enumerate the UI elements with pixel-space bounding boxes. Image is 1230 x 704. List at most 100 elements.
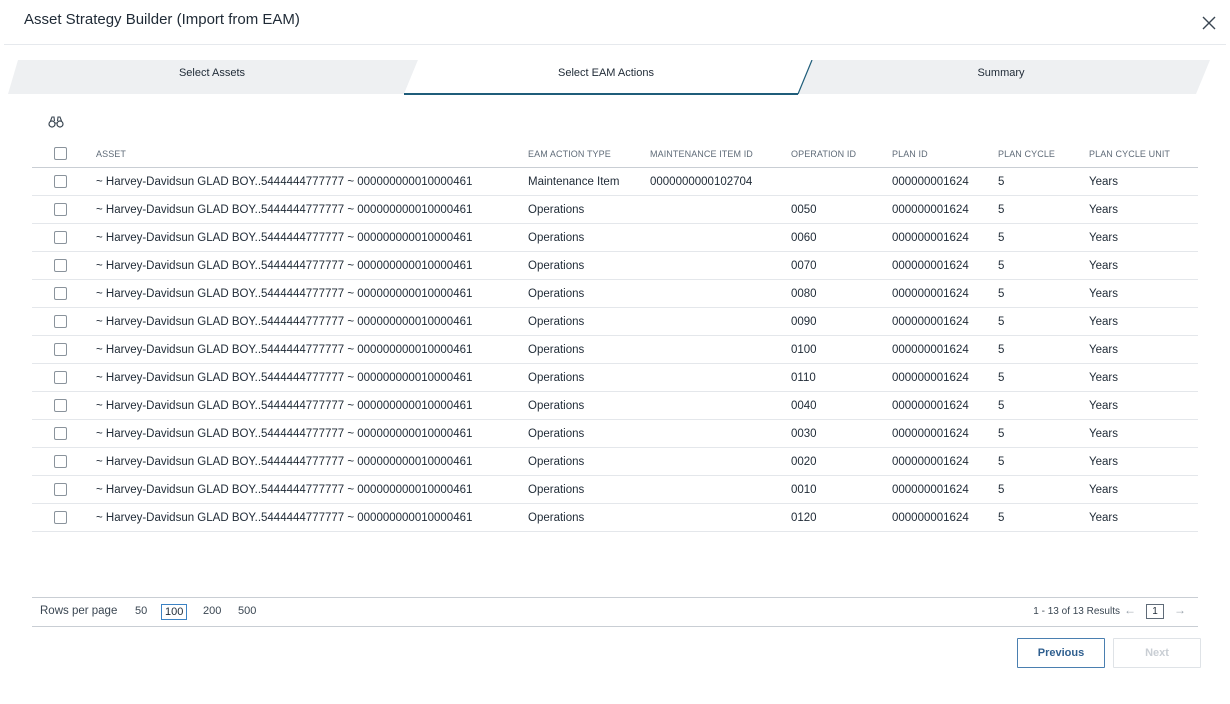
cell-plan-cycle: 5 (998, 288, 1005, 300)
cell-plan-cycle: 5 (998, 456, 1005, 468)
row-checkbox[interactable] (54, 315, 67, 328)
previous-button[interactable]: Previous (1017, 638, 1105, 668)
row-checkbox[interactable] (54, 399, 67, 412)
arrow-right-icon[interactable]: → (1174, 603, 1186, 617)
cell-plan-cycle-unit: Years (1089, 344, 1118, 356)
table-row[interactable]: ~ Harvey-Davidsun GLAD BOY..544444477777… (32, 392, 1198, 420)
cell-asset: ~ Harvey-Davidsun GLAD BOY..544444477777… (96, 512, 473, 524)
cell-plan-id: 000000001624 (892, 232, 969, 244)
row-checkbox[interactable] (54, 231, 67, 244)
rows-per-page-500[interactable]: 500 (235, 604, 259, 618)
column-header-maintenance-item-id[interactable]: MAINTENANCE ITEM ID (650, 140, 788, 168)
row-checkbox[interactable] (54, 455, 67, 468)
binoculars-icon[interactable] (48, 116, 64, 128)
close-icon[interactable] (1200, 14, 1218, 32)
cell-plan-cycle: 5 (998, 204, 1005, 216)
table-row[interactable]: ~ Harvey-Davidsun GLAD BOY..544444477777… (32, 336, 1198, 364)
cell-maintenance-item-id (650, 420, 788, 448)
cell-plan-id: 000000001624 (892, 456, 969, 468)
cell-plan-cycle-unit: Years (1089, 232, 1118, 244)
cell-plan-cycle-unit: Years (1089, 512, 1118, 524)
cell-operation-id: 0050 (791, 204, 817, 216)
table-row[interactable]: ~ Harvey-Davidsun GLAD BOY..544444477777… (32, 280, 1198, 308)
table-row[interactable]: ~ Harvey-Davidsun GLAD BOY..544444477777… (32, 420, 1198, 448)
cell-plan-id: 000000001624 (892, 428, 969, 440)
arrow-left-icon[interactable]: ← (1124, 603, 1136, 617)
column-header-asset[interactable]: ASSET (96, 140, 516, 168)
column-header-plan-id[interactable]: PLAN ID (892, 140, 994, 168)
cell-maintenance-item-id (650, 196, 788, 224)
select-all-checkbox[interactable] (54, 147, 67, 160)
cell-operation-id: 0090 (791, 316, 817, 328)
results-count: 1 - 13 of 13 Results (1033, 606, 1120, 617)
cell-eam-action-type: Operations (528, 428, 585, 440)
cell-plan-cycle: 5 (998, 372, 1005, 384)
cell-maintenance-item-id (650, 504, 788, 532)
table-row[interactable]: ~ Harvey-Davidsun GLAD BOY..544444477777… (32, 504, 1198, 532)
table-row[interactable]: ~ Harvey-Davidsun GLAD BOY..544444477777… (32, 196, 1198, 224)
row-checkbox[interactable] (54, 175, 67, 188)
cell-maintenance-item-id (650, 308, 788, 336)
cell-plan-cycle: 5 (998, 512, 1005, 524)
cell-eam-action-type: Operations (528, 484, 585, 496)
table-row[interactable]: ~ Harvey-Davidsun GLAD BOY..544444477777… (32, 224, 1198, 252)
cell-plan-id: 000000001624 (892, 400, 969, 412)
table-row[interactable]: ~ Harvey-Davidsun GLAD BOY..544444477777… (32, 308, 1198, 336)
cell-plan-cycle: 5 (998, 176, 1005, 188)
cell-operation-id: 0080 (791, 288, 817, 300)
cell-plan-cycle: 5 (998, 428, 1005, 440)
row-checkbox[interactable] (54, 371, 67, 384)
cell-asset: ~ Harvey-Davidsun GLAD BOY..544444477777… (96, 204, 473, 216)
dialog-header: Asset Strategy Builder (Import from EAM) (4, 0, 1226, 45)
step-summary[interactable]: Summary (901, 67, 1101, 79)
row-checkbox[interactable] (54, 203, 67, 216)
column-header-plan-cycle[interactable]: PLAN CYCLE (998, 140, 1084, 168)
current-page-box[interactable]: 1 (1146, 604, 1164, 619)
cell-plan-cycle: 5 (998, 232, 1005, 244)
cell-eam-action-type: Operations (528, 372, 585, 384)
table-row[interactable]: ~ Harvey-Davidsun GLAD BOY..544444477777… (32, 168, 1198, 196)
column-header-eam-action-type[interactable]: EAM ACTION TYPE (528, 140, 646, 168)
row-checkbox[interactable] (54, 259, 67, 272)
row-checkbox[interactable] (54, 511, 67, 524)
row-checkbox[interactable] (54, 287, 67, 300)
cell-plan-id: 000000001624 (892, 344, 969, 356)
cell-asset: ~ Harvey-Davidsun GLAD BOY..544444477777… (96, 428, 473, 440)
cell-plan-cycle-unit: Years (1089, 428, 1118, 440)
cell-eam-action-type: Operations (528, 512, 585, 524)
cell-eam-action-type: Operations (528, 400, 585, 412)
rows-per-page-label: Rows per page (40, 605, 118, 617)
step-select-eam-actions[interactable]: Select EAM Actions (506, 67, 706, 79)
cell-operation-id: 0040 (791, 400, 817, 412)
table-row[interactable]: ~ Harvey-Davidsun GLAD BOY..544444477777… (32, 476, 1198, 504)
row-checkbox[interactable] (54, 427, 67, 440)
next-button[interactable]: Next (1113, 638, 1201, 668)
cell-operation-id: 0070 (791, 260, 817, 272)
step-select-assets[interactable]: Select Assets (112, 67, 312, 79)
table-row[interactable]: ~ Harvey-Davidsun GLAD BOY..544444477777… (32, 252, 1198, 280)
cell-plan-cycle-unit: Years (1089, 316, 1118, 328)
cell-plan-cycle: 5 (998, 344, 1005, 356)
cell-eam-action-type: Operations (528, 288, 585, 300)
column-header-operation-id[interactable]: OPERATION ID (791, 140, 887, 168)
cell-plan-id: 000000001624 (892, 260, 969, 272)
cell-plan-cycle-unit: Years (1089, 288, 1118, 300)
row-checkbox[interactable] (54, 343, 67, 356)
table-row[interactable]: ~ Harvey-Davidsun GLAD BOY..544444477777… (32, 448, 1198, 476)
rows-per-page-50[interactable]: 50 (132, 604, 150, 618)
cell-plan-id: 000000001624 (892, 288, 969, 300)
cell-plan-cycle-unit: Years (1089, 260, 1118, 272)
column-header-plan-cycle-unit[interactable]: PLAN CYCLE UNIT (1089, 140, 1197, 168)
cell-operation-id: 0020 (791, 456, 817, 468)
rows-per-page-200[interactable]: 200 (200, 604, 224, 618)
cell-maintenance-item-id (650, 224, 788, 252)
row-checkbox[interactable] (54, 483, 67, 496)
cell-maintenance-item-id (650, 252, 788, 280)
table-row[interactable]: ~ Harvey-Davidsun GLAD BOY..544444477777… (32, 364, 1198, 392)
rows-per-page-100[interactable]: 100 (161, 604, 188, 620)
cell-plan-cycle-unit: Years (1089, 484, 1118, 496)
cell-plan-cycle: 5 (998, 484, 1005, 496)
cell-plan-id: 000000001624 (892, 372, 969, 384)
cell-operation-id: 0100 (791, 344, 817, 356)
cell-operation-id: 0030 (791, 428, 817, 440)
